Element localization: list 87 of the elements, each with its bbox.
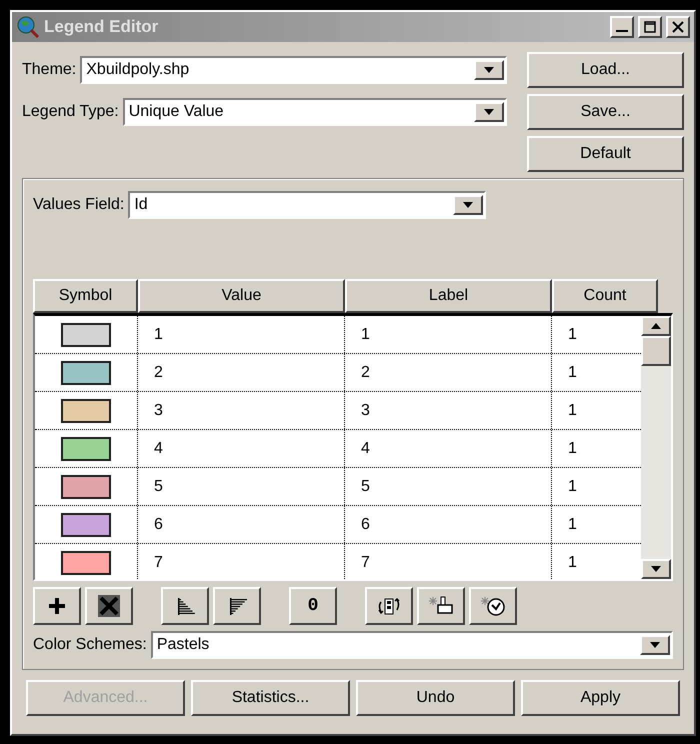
table-cell-text: 1 — [567, 362, 578, 382]
dropdown-field[interactable]: Pastels — [150, 631, 673, 659]
push-button[interactable]: Save... — [527, 94, 684, 130]
dropdown-value: Id — [134, 195, 149, 215]
down-arrow-icon — [484, 109, 494, 115]
minimize-icon — [616, 30, 628, 32]
close-button[interactable] — [666, 16, 690, 38]
scroll-up-button[interactable] — [641, 316, 671, 336]
push-button[interactable]: Statistics... — [191, 680, 350, 716]
field-label: Values Field: — [33, 195, 124, 215]
swap-list-icon — [376, 596, 402, 616]
table-cell-text: 1 — [567, 476, 578, 496]
column-header[interactable]: Count — [552, 279, 658, 313]
column-header[interactable]: Symbol — [33, 279, 138, 313]
dropdown-arrow-button[interactable] — [474, 60, 504, 80]
dropdown-field[interactable]: Unique Value — [122, 98, 507, 126]
push-button[interactable]: Load... — [527, 52, 684, 88]
up-arrow-icon — [651, 323, 661, 329]
toolbar-button[interactable] — [213, 587, 261, 625]
table-cell: 4 — [138, 430, 345, 467]
table-cell: 3 — [345, 392, 552, 429]
dropdown-value: Xbuildpoly.shp — [86, 60, 190, 80]
table-cell: 6 — [138, 506, 345, 543]
scrollbar[interactable] — [641, 316, 671, 579]
table-cell-text: 1 — [567, 552, 578, 572]
table-cell-text: 1 — [567, 324, 578, 344]
sparkle-bucket-icon — [428, 595, 454, 617]
color-swatch[interactable] — [61, 398, 111, 422]
color-swatch[interactable] — [61, 436, 111, 460]
toolbar-button[interactable] — [85, 587, 133, 625]
dropdown-arrow-button[interactable] — [474, 102, 504, 122]
color-swatch[interactable] — [61, 360, 111, 384]
toolbar-button[interactable] — [469, 587, 517, 625]
maximize-button[interactable] — [638, 16, 662, 38]
table-cell-text: 1 — [567, 514, 578, 534]
table-cell: 7 — [345, 544, 552, 579]
dropdown-field[interactable]: Id — [128, 191, 486, 219]
toolbar-button[interactable] — [417, 587, 465, 625]
push-button[interactable]: Undo — [356, 680, 515, 716]
dropdown-value: Pastels — [156, 635, 210, 655]
table-cell: 7 — [138, 544, 345, 579]
close-icon — [672, 21, 684, 33]
column-header[interactable]: Value — [138, 279, 345, 313]
color-swatch[interactable] — [61, 474, 111, 498]
color-swatch[interactable] — [61, 322, 111, 346]
minimize-button[interactable] — [610, 16, 634, 38]
down-arrow-icon — [484, 67, 494, 73]
plus-icon — [47, 596, 67, 616]
table-cell: 1 — [138, 316, 345, 353]
table-cell: 1 — [345, 316, 552, 353]
toolbar-button[interactable] — [33, 587, 81, 625]
ascending-lines-icon — [175, 596, 195, 616]
toolbar-button[interactable]: 0 — [289, 587, 337, 625]
maximize-icon — [644, 21, 656, 33]
down-arrow-icon — [651, 566, 661, 572]
table-cell: 2 — [138, 354, 345, 391]
down-arrow-icon — [650, 642, 660, 648]
globe-magnifier-icon — [16, 15, 40, 39]
table-cell-text: 1 — [567, 438, 578, 458]
column-header[interactable]: Label — [345, 279, 552, 313]
table-cell: 2 — [345, 354, 552, 391]
cross-icon — [98, 595, 120, 617]
field-label: Legend Type: — [22, 102, 119, 122]
scroll-thumb[interactable] — [641, 336, 671, 366]
table-cell: 4 — [345, 430, 552, 467]
dropdown-field[interactable]: Xbuildpoly.shp — [80, 56, 507, 84]
toolbar-button[interactable] — [161, 587, 209, 625]
table-cell: 5 — [138, 468, 345, 505]
dropdown-value: Unique Value — [128, 102, 225, 122]
color-swatch[interactable] — [61, 512, 111, 536]
toolbar-button[interactable] — [365, 587, 413, 625]
sparkle-palette-icon — [480, 595, 506, 617]
table-cell-text: 1 — [567, 400, 578, 420]
down-arrow-icon — [463, 202, 474, 208]
field-label: Theme: — [22, 60, 76, 80]
color-swatch[interactable] — [61, 550, 111, 574]
table-cell: 5 — [345, 468, 552, 505]
window-title: Legend Editor — [44, 16, 160, 38]
push-button[interactable]: Default — [527, 136, 684, 172]
push-button[interactable]: Apply — [521, 680, 680, 716]
dropdown-arrow-button[interactable] — [453, 195, 484, 215]
dropdown-arrow-button[interactable] — [640, 635, 670, 655]
table-cell: 6 — [345, 506, 552, 543]
scroll-down-button[interactable] — [641, 559, 671, 579]
descending-lines-icon — [227, 596, 247, 616]
table-cell: 3 — [138, 392, 345, 429]
field-label: Color Schemes: — [33, 635, 147, 655]
